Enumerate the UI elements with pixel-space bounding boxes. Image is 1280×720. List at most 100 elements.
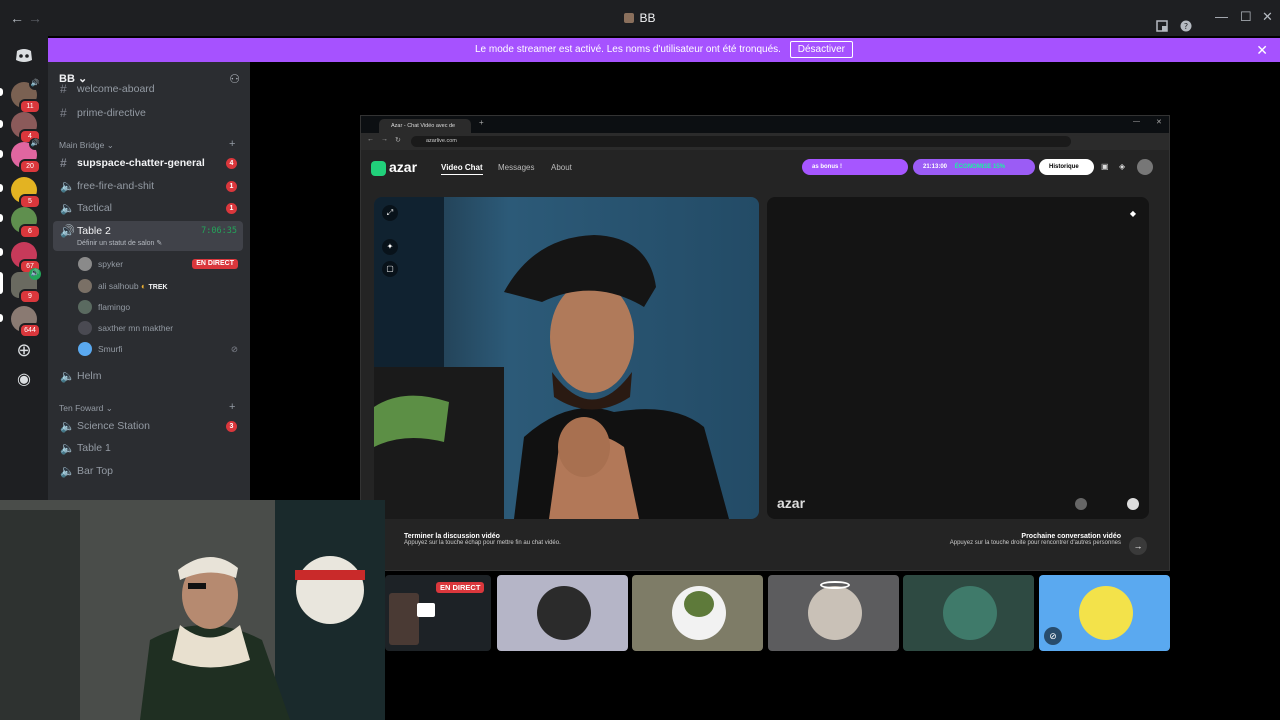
- voice-user-flamingo[interactable]: flamingo: [78, 298, 130, 316]
- category-main-bridge[interactable]: Main Bridge ⌄ +: [59, 138, 235, 151]
- channel-name: welcome-aboard: [77, 83, 155, 95]
- participant-tile-live[interactable]: EN DIRECT: [385, 575, 491, 651]
- browser-reload-icon[interactable]: ↻: [395, 136, 401, 144]
- user-name: spyker: [98, 259, 124, 269]
- category-name: Main Bridge: [59, 140, 105, 150]
- avatar: [78, 300, 92, 314]
- browser-close-icon[interactable]: ✕: [1156, 118, 1162, 126]
- voice-user-saxther[interactable]: saxther mn makther: [78, 319, 173, 337]
- channel-prime-directive[interactable]: # prime-directive: [53, 103, 243, 124]
- voice-user-spyker[interactable]: spyker EN DIRECT: [78, 255, 238, 273]
- discord-home-icon[interactable]: [11, 42, 37, 68]
- avatar: [78, 342, 92, 356]
- add-channel-icon[interactable]: +: [229, 401, 235, 413]
- user-tag: TREK: [148, 284, 168, 291]
- channel-welcome[interactable]: # welcome-aboard: [53, 81, 243, 97]
- next-arrow-button[interactable]: →: [1129, 537, 1147, 555]
- banner-close-icon[interactable]: ✕: [1256, 38, 1268, 62]
- channel-table-2-active[interactable]: 🔊 Table 2 7:06:35 Définir un statut de s…: [53, 221, 243, 251]
- end-chat-hint[interactable]: Terminer la discussion vidéo Appuyez sur …: [404, 533, 561, 546]
- channel-science-station[interactable]: 🔈 Science Station 3: [53, 416, 243, 437]
- server-icon-2[interactable]: 4: [11, 112, 41, 144]
- filter-icon[interactable]: ▢: [382, 261, 398, 277]
- end-title: Terminer la discussion vidéo: [404, 533, 500, 540]
- bell-icon[interactable]: ◈: [1119, 162, 1125, 171]
- azar-watermark: azar: [777, 495, 806, 511]
- browser-forward-icon[interactable]: →: [381, 136, 388, 143]
- bonus-pill[interactable]: as bonus !: [802, 159, 908, 175]
- avatar: [78, 321, 92, 335]
- helmet-graphic: [684, 591, 714, 617]
- streamer-mode-banner: Le mode streamer est activé. Les noms d'…: [48, 38, 1280, 62]
- maximize-button[interactable]: ☐: [1240, 9, 1252, 25]
- browser-tab[interactable]: Azar - Chat Vidéo avec de: [379, 119, 471, 133]
- minimize-button[interactable]: —: [1215, 9, 1228, 24]
- speaker-icon: 🔊: [29, 78, 41, 90]
- azar-logo[interactable]: azar: [371, 159, 417, 176]
- channel-free-fire[interactable]: 🔈 free-fire-and-shit 1: [53, 176, 243, 197]
- deactivate-button[interactable]: Désactiver: [789, 41, 853, 58]
- self-video-feed: ⤢ ✦ ▢: [374, 197, 759, 519]
- shop-icon[interactable]: ▣: [1101, 162, 1109, 171]
- channel-helm[interactable]: 🔈 Helm: [53, 366, 243, 387]
- next-title: Prochaine conversation vidéo: [1021, 533, 1121, 540]
- mention-badge: 20: [19, 159, 41, 174]
- report-shield-icon[interactable]: ◆: [1125, 206, 1141, 222]
- channel-supspace-chatter[interactable]: # supspace-chatter-general 4: [53, 153, 243, 174]
- channel-tactical[interactable]: 🔈 Tactical 1: [53, 198, 243, 219]
- browser-minimize-icon[interactable]: —: [1133, 118, 1140, 125]
- participant-tile-5[interactable]: [903, 575, 1034, 651]
- avatar: [943, 586, 997, 640]
- participant-tile-6[interactable]: ⊘: [1039, 575, 1170, 651]
- new-tab-icon[interactable]: +: [479, 118, 484, 127]
- address-bar[interactable]: azarlive.com: [411, 136, 1071, 147]
- window-titlebar: ← → BB ? — ☐ ✕: [0, 0, 1280, 36]
- add-server-icon[interactable]: ⊕: [11, 338, 37, 364]
- user-name: ali salhoub: [98, 281, 139, 291]
- channel-status[interactable]: Définir un statut de salon ✎: [77, 239, 162, 249]
- voice-user-ali[interactable]: ali salhoub ◐ TREK: [78, 277, 168, 295]
- nav-messages[interactable]: Messages: [498, 163, 534, 172]
- server-icon-8[interactable]: 644: [11, 306, 41, 338]
- add-channel-icon[interactable]: +: [229, 138, 235, 150]
- nav-about[interactable]: About: [551, 163, 572, 172]
- unread-badge: 1: [226, 181, 237, 192]
- server-icon-5[interactable]: 6: [11, 207, 41, 239]
- next-subtitle: Appuyez sur la touche droite pour rencon…: [949, 540, 1121, 546]
- window-title-text: BB: [639, 11, 656, 25]
- category-ten-foward[interactable]: Ten Foward ⌄ +: [59, 401, 235, 414]
- server-icon-6[interactable]: 67: [11, 242, 41, 274]
- expand-icon[interactable]: ⤢: [382, 205, 398, 221]
- pencil-icon: ✎: [156, 240, 163, 247]
- stream-preview: [389, 593, 419, 645]
- inbox-icon[interactable]: [1156, 20, 1168, 32]
- server-icon-3[interactable]: 🔊 20: [11, 138, 41, 174]
- channel-bar-top[interactable]: 🔈 Bar Top: [53, 461, 243, 482]
- svg-text:?: ?: [1184, 22, 1188, 31]
- mention-badge: 644: [19, 323, 41, 338]
- browser-back-icon[interactable]: ←: [367, 136, 374, 143]
- chat-bubble-icon[interactable]: [1127, 498, 1139, 510]
- server-icon-bb[interactable]: 🔊 9: [11, 268, 41, 304]
- promo-pill[interactable]: 21:13:00 ÉCONOMISE 15%: [913, 159, 1035, 175]
- channel-name: Table 1: [77, 442, 111, 454]
- participant-tile-3[interactable]: [632, 575, 763, 651]
- nav-video-chat[interactable]: Video Chat: [441, 163, 483, 175]
- next-chat-hint[interactable]: Prochaine conversation vidéo Appuyez sur …: [950, 533, 1121, 546]
- server-icon-1[interactable]: 🔊 11: [11, 78, 41, 114]
- profile-avatar[interactable]: [1137, 159, 1153, 175]
- close-window-button[interactable]: ✕: [1262, 9, 1273, 25]
- user-name: flamingo: [98, 302, 131, 312]
- discover-compass-icon[interactable]: ◉: [11, 368, 37, 394]
- voice-user-smurfi[interactable]: Smurfi ⊘: [78, 340, 238, 358]
- participant-tile-4[interactable]: [768, 575, 899, 651]
- speaker-icon: 🔈: [60, 179, 75, 193]
- browser-tab-bar: Azar - Chat Vidéo avec de + — ✕: [361, 116, 1169, 133]
- mention-badge: 6: [19, 224, 41, 239]
- history-button[interactable]: Historique: [1039, 159, 1094, 175]
- effects-wand-icon[interactable]: ✦: [382, 239, 398, 255]
- server-icon-4[interactable]: 5: [11, 177, 41, 209]
- channel-table-1[interactable]: 🔈 Table 1: [53, 438, 243, 459]
- help-icon[interactable]: ?: [1180, 20, 1192, 32]
- participant-tile-2[interactable]: [497, 575, 628, 651]
